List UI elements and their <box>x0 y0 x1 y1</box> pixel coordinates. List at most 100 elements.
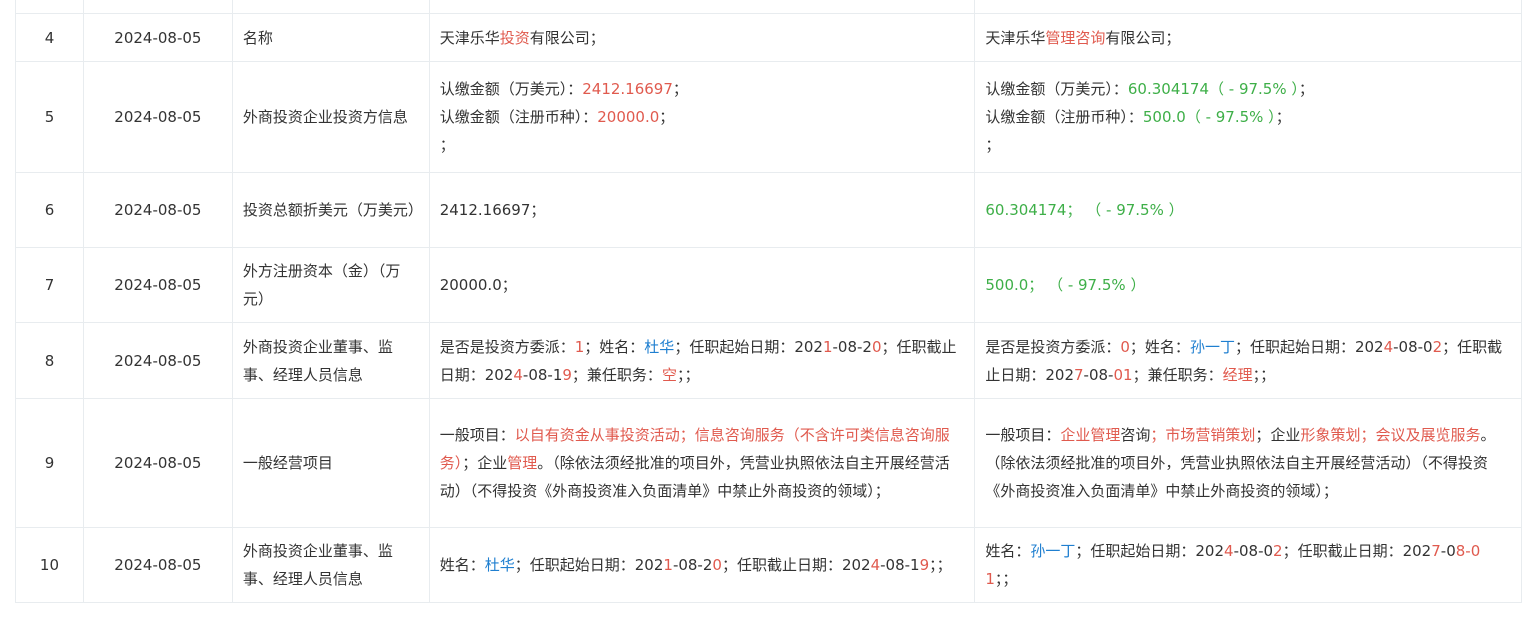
text-segment: ； <box>985 136 1001 154</box>
before-change: 姓名：杜华；任职起始日期：2021-08-20；任职截止日期：2024-08-1… <box>430 528 976 602</box>
row-number: 6 <box>16 173 84 247</box>
highlighted-text[interactable]: 孙一丁 <box>1190 338 1235 356</box>
text-segment: -08-0 <box>1233 542 1274 560</box>
after-change: 天津乐华管理咨询有限公司； <box>975 14 1522 61</box>
text-segment: 有限公司； <box>1105 28 1181 47</box>
highlighted-text: 0 <box>1120 337 1130 356</box>
table-row: 7 2024-08-05 外方注册资本（金）（万元） 20000.0； 500.… <box>16 248 1522 323</box>
highlighted-text: 60.304174（ - 97.5% ） <box>1127 80 1299 98</box>
text-segment: 认缴金额（注册币种）： <box>985 108 1143 126</box>
text-segment: -08-1 <box>880 556 920 574</box>
text-segment: -0 <box>1440 542 1456 560</box>
highlighted-text: 9 <box>562 365 572 384</box>
change-item: 一般经营项目 <box>233 399 430 527</box>
highlighted-text[interactable]: 杜华 <box>644 338 674 356</box>
table-row: 9 2024-08-05 一般经营项目 一般项目：以自有资金从事投资活动；信息咨… <box>16 399 1522 528</box>
text-segment: -08-1 <box>522 365 563 384</box>
text-segment: -08-0 <box>1393 337 1433 356</box>
text-segment: 咨询 <box>1120 426 1151 444</box>
highlighted-text: 500.0（ - 97.5% ） <box>1142 108 1276 126</box>
text-segment: -08- <box>1083 365 1114 384</box>
text-segment: 是否是投资方委派： <box>985 337 1121 356</box>
text-segment: ；； <box>929 556 952 574</box>
text-segment: ；兼任职务： <box>571 365 662 384</box>
text-segment: 认缴金额（万美元）： <box>985 80 1128 98</box>
row-number: 7 <box>16 248 84 322</box>
table-row: 4 2024-08-05 名称 天津乐华投资有限公司； 天津乐华管理咨询有限公司… <box>16 14 1522 62</box>
text-segment: 2412.16697； <box>439 201 546 219</box>
change-records-table: 4 2024-08-05 名称 天津乐华投资有限公司； 天津乐华管理咨询有限公司… <box>15 0 1522 603</box>
after-change: 60.304174； （ - 97.5% ） <box>975 173 1522 247</box>
text-segment: ； <box>1298 80 1314 98</box>
text-segment: ；企业 <box>1255 426 1301 444</box>
before-change: 20000.0； <box>430 248 976 322</box>
before-change: 认缴金额（万美元）：2412.16697； 认缴金额（注册币种）：20000.0；… <box>430 62 976 172</box>
highlighted-text[interactable]: 杜华 <box>485 556 515 574</box>
text-segment: 是否是投资方委派： <box>439 337 575 356</box>
highlighted-text: 0 <box>871 337 882 356</box>
highlighted-text[interactable]: 孙一丁 <box>1030 542 1075 560</box>
text-segment: ； <box>439 136 455 154</box>
highlighted-text: 1 <box>574 337 585 356</box>
highlighted-text: 投资 <box>499 28 530 47</box>
change-date: 2024-08-05 <box>84 323 233 398</box>
text-segment: 认缴金额（万美元）： <box>439 80 583 98</box>
text-segment: ；任职起始日期：202 <box>1234 337 1384 356</box>
change-item: 投资总额折美元（万美元） <box>233 173 430 247</box>
table-row-top-spacer <box>16 0 1522 14</box>
text-segment: ；姓名： <box>1129 337 1190 356</box>
text-segment: ；任职起始日期：202 <box>1075 542 1225 560</box>
highlighted-text: 管理 <box>507 454 538 472</box>
table-row: 5 2024-08-05 外商投资企业投资方信息 认缴金额（万美元）：2412.… <box>16 62 1522 173</box>
highlighted-text: 1 <box>663 556 673 574</box>
highlighted-text: 4 <box>1224 542 1234 560</box>
before-change: 天津乐华投资有限公司； <box>430 14 976 61</box>
text-segment: -08-2 <box>832 337 872 356</box>
highlighted-text: 60.304174； （ - 97.5% ） <box>985 201 1184 219</box>
before-change: 是否是投资方委派：1；姓名：杜华；任职起始日期：2021-08-20；任职截止日… <box>430 323 976 398</box>
text-segment: 一般项目： <box>985 426 1061 444</box>
highlighted-text: 4 <box>513 365 523 384</box>
text-segment: -08-2 <box>672 556 713 574</box>
highlighted-text: 2 <box>1273 542 1283 560</box>
text-segment: ；任职截止日期：202 <box>721 556 871 574</box>
text-segment: ；任职起始日期：202 <box>514 556 664 574</box>
before-change: 2412.16697； <box>430 173 976 247</box>
text-segment: 天津乐华 <box>439 28 500 47</box>
change-item: 外商投资企业董事、监事、经理人员信息 <box>233 528 430 602</box>
text-segment: 一般项目： <box>439 426 515 444</box>
highlighted-text: 2412.16697 <box>582 80 673 98</box>
text-segment: ； <box>659 108 675 126</box>
change-item: 外商投资企业董事、监事、经理人员信息 <box>233 323 430 398</box>
text-segment: ；； <box>1252 365 1276 384</box>
after-change: 姓名：孙一丁；任职起始日期：2024-08-02；任职截止日期：2027-08-… <box>975 528 1522 602</box>
table-row: 8 2024-08-05 外商投资企业董事、监事、经理人员信息 是否是投资方委派… <box>16 323 1522 399</box>
text-segment: 姓名： <box>985 542 1031 560</box>
after-change: 是否是投资方委派：0；姓名：孙一丁；任职起始日期：2024-08-02；任职截止… <box>975 323 1522 398</box>
highlighted-text: 7 <box>1074 365 1084 384</box>
highlighted-text: 500.0； （ - 97.5% ） <box>985 276 1146 294</box>
highlighted-text: 4 <box>870 556 881 574</box>
highlighted-text: 经理 <box>1222 365 1253 384</box>
row-number: 4 <box>16 14 84 61</box>
change-date: 2024-08-05 <box>84 173 233 247</box>
change-date: 2024-08-05 <box>84 528 233 602</box>
text-segment: ； <box>672 80 688 98</box>
highlighted-text: 形象策划；会议及展览服务 <box>1300 426 1481 444</box>
change-item: 名称 <box>233 14 430 61</box>
highlighted-text: 管理咨询 <box>1045 28 1106 47</box>
change-item: 外方注册资本（金）（万元） <box>233 248 430 322</box>
highlighted-text: 20000.0 <box>597 108 660 126</box>
change-date: 2024-08-05 <box>84 14 233 61</box>
highlighted-text: 2 <box>1432 337 1443 356</box>
row-number: 10 <box>16 528 84 602</box>
after-change: 500.0； （ - 97.5% ） <box>975 248 1522 322</box>
highlighted-text: ；市场营销策划 <box>1150 426 1256 444</box>
highlighted-text: 企业管理 <box>1060 426 1121 444</box>
text-segment: ；姓名： <box>584 337 645 356</box>
highlighted-text: 01 <box>1113 365 1133 384</box>
row-number: 9 <box>16 399 84 527</box>
text-segment: 20000.0； <box>439 276 517 294</box>
change-item: 外商投资企业投资方信息 <box>233 62 430 172</box>
text-segment: ；任职截止日期：202 <box>1282 542 1432 560</box>
